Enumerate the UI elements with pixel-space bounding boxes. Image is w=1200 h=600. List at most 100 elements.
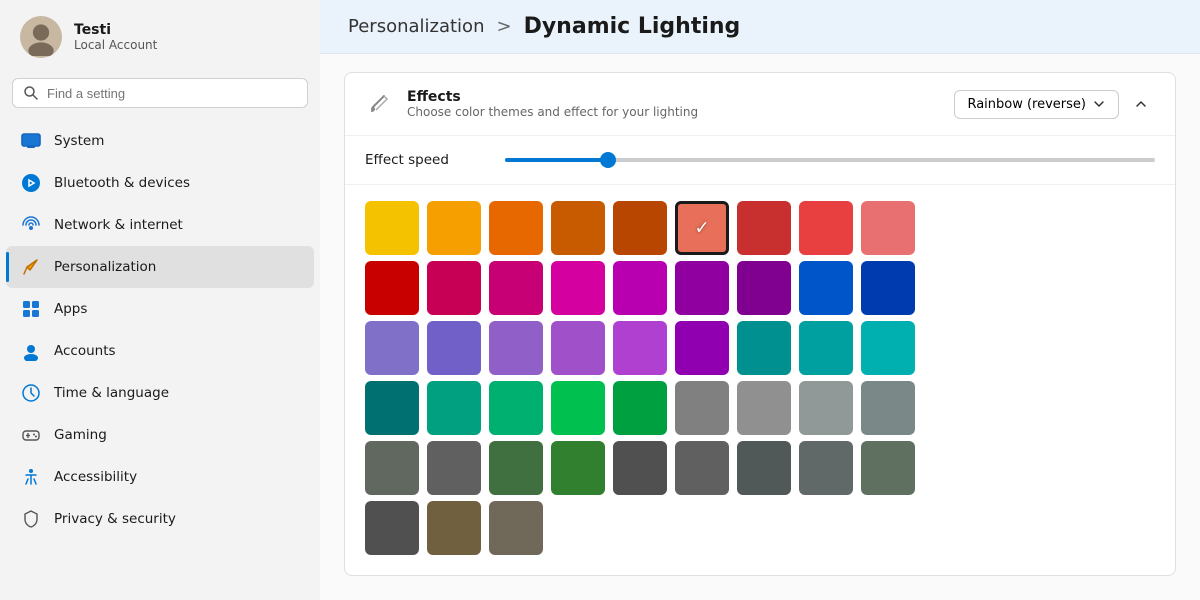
color-swatch[interactable] [365, 321, 419, 375]
color-swatch[interactable] [489, 321, 543, 375]
color-swatch[interactable] [675, 321, 729, 375]
apps-icon [20, 298, 42, 320]
color-swatch[interactable] [923, 321, 977, 375]
color-swatch[interactable] [427, 261, 481, 315]
color-swatch[interactable] [613, 201, 667, 255]
sidebar-item-privacy-label: Privacy & security [54, 511, 176, 527]
color-swatch[interactable] [861, 381, 915, 435]
color-swatch[interactable] [923, 261, 977, 315]
collapse-button[interactable] [1127, 90, 1155, 118]
accessibility-icon [20, 466, 42, 488]
color-swatch[interactable] [365, 501, 419, 555]
effects-dropdown[interactable]: Rainbow (reverse) [954, 90, 1119, 119]
color-swatch[interactable]: ✓ [675, 201, 729, 255]
color-swatch[interactable] [675, 501, 729, 555]
color-swatch[interactable] [799, 501, 853, 555]
color-swatch[interactable] [365, 261, 419, 315]
personalization-icon [20, 256, 42, 278]
color-swatch[interactable] [427, 501, 481, 555]
effects-title: Effects [407, 89, 698, 105]
user-name: Testi [74, 22, 157, 38]
bluetooth-icon [20, 172, 42, 194]
color-swatch[interactable] [923, 381, 977, 435]
color-swatch[interactable] [799, 201, 853, 255]
color-swatch[interactable] [799, 441, 853, 495]
color-swatch[interactable] [489, 501, 543, 555]
sidebar-item-time[interactable]: Time & language [6, 372, 314, 414]
sidebar-item-apps-label: Apps [54, 301, 87, 317]
sidebar-item-apps[interactable]: Apps [6, 288, 314, 330]
color-swatch[interactable] [737, 201, 791, 255]
color-swatch[interactable] [613, 381, 667, 435]
color-swatch[interactable] [737, 261, 791, 315]
sidebar-item-gaming[interactable]: Gaming [6, 414, 314, 456]
search-box[interactable] [12, 78, 308, 108]
speed-slider[interactable] [505, 158, 1155, 162]
page-header: Personalization > Dynamic Lighting [320, 0, 1200, 54]
color-swatch[interactable] [551, 501, 605, 555]
color-swatch[interactable] [613, 261, 667, 315]
color-swatch[interactable] [489, 441, 543, 495]
search-icon [23, 85, 39, 101]
color-swatch[interactable] [861, 501, 915, 555]
effects-header-right: Rainbow (reverse) [954, 90, 1155, 119]
color-swatch[interactable] [861, 261, 915, 315]
sidebar-item-accessibility[interactable]: Accessibility [6, 456, 314, 498]
color-swatch[interactable] [923, 441, 977, 495]
color-swatch[interactable] [489, 381, 543, 435]
color-swatch[interactable] [675, 381, 729, 435]
color-swatch[interactable] [551, 201, 605, 255]
color-swatch[interactable] [427, 201, 481, 255]
color-swatch[interactable] [923, 501, 977, 555]
color-swatch[interactable] [551, 381, 605, 435]
color-swatch[interactable] [427, 321, 481, 375]
color-swatch[interactable] [923, 201, 977, 255]
color-swatch[interactable] [861, 441, 915, 495]
color-swatch[interactable] [551, 321, 605, 375]
breadcrumb-parent: Personalization [348, 16, 484, 37]
color-swatch[interactable] [675, 441, 729, 495]
privacy-icon [20, 508, 42, 530]
color-swatch[interactable] [675, 261, 729, 315]
color-swatch[interactable] [365, 441, 419, 495]
sidebar-item-accessibility-label: Accessibility [54, 469, 137, 485]
color-swatch[interactable] [799, 321, 853, 375]
color-swatch[interactable] [613, 441, 667, 495]
sidebar-item-network[interactable]: Network & internet [6, 204, 314, 246]
effects-subtitle: Choose color themes and effect for your … [407, 105, 698, 119]
sidebar-item-bluetooth[interactable]: Bluetooth & devices [6, 162, 314, 204]
content-area: Effects Choose color themes and effect f… [320, 54, 1200, 600]
sidebar-item-time-label: Time & language [54, 385, 169, 401]
sidebar-item-accounts-label: Accounts [54, 343, 116, 359]
color-swatch[interactable] [799, 381, 853, 435]
color-swatch[interactable] [799, 261, 853, 315]
search-input[interactable] [47, 86, 297, 101]
color-swatch[interactable] [861, 201, 915, 255]
sidebar-item-privacy[interactable]: Privacy & security [6, 498, 314, 540]
color-swatch[interactable] [551, 261, 605, 315]
chevron-down-icon [1092, 97, 1106, 111]
color-swatch[interactable] [365, 201, 419, 255]
color-swatch[interactable] [737, 381, 791, 435]
effects-card: Effects Choose color themes and effect f… [344, 72, 1176, 576]
effects-title-group: Effects Choose color themes and effect f… [407, 89, 698, 119]
sidebar-item-accounts[interactable]: Accounts [6, 330, 314, 372]
color-swatch[interactable] [489, 261, 543, 315]
color-swatch[interactable] [737, 501, 791, 555]
color-swatch[interactable] [489, 201, 543, 255]
color-swatch[interactable] [861, 321, 915, 375]
effects-header-left: Effects Choose color themes and effect f… [365, 89, 954, 119]
color-swatch[interactable] [737, 441, 791, 495]
color-swatch[interactable] [551, 441, 605, 495]
color-swatch[interactable] [365, 381, 419, 435]
color-swatch[interactable] [613, 501, 667, 555]
color-swatch[interactable] [613, 321, 667, 375]
sidebar-item-personalization[interactable]: Personalization [6, 246, 314, 288]
sidebar-item-network-label: Network & internet [54, 217, 183, 233]
color-swatch[interactable] [427, 381, 481, 435]
user-profile[interactable]: Testi Local Account [0, 0, 320, 74]
sidebar-item-system[interactable]: System [6, 120, 314, 162]
speed-slider-container[interactable] [505, 158, 1155, 162]
color-swatch[interactable] [737, 321, 791, 375]
color-swatch[interactable] [427, 441, 481, 495]
